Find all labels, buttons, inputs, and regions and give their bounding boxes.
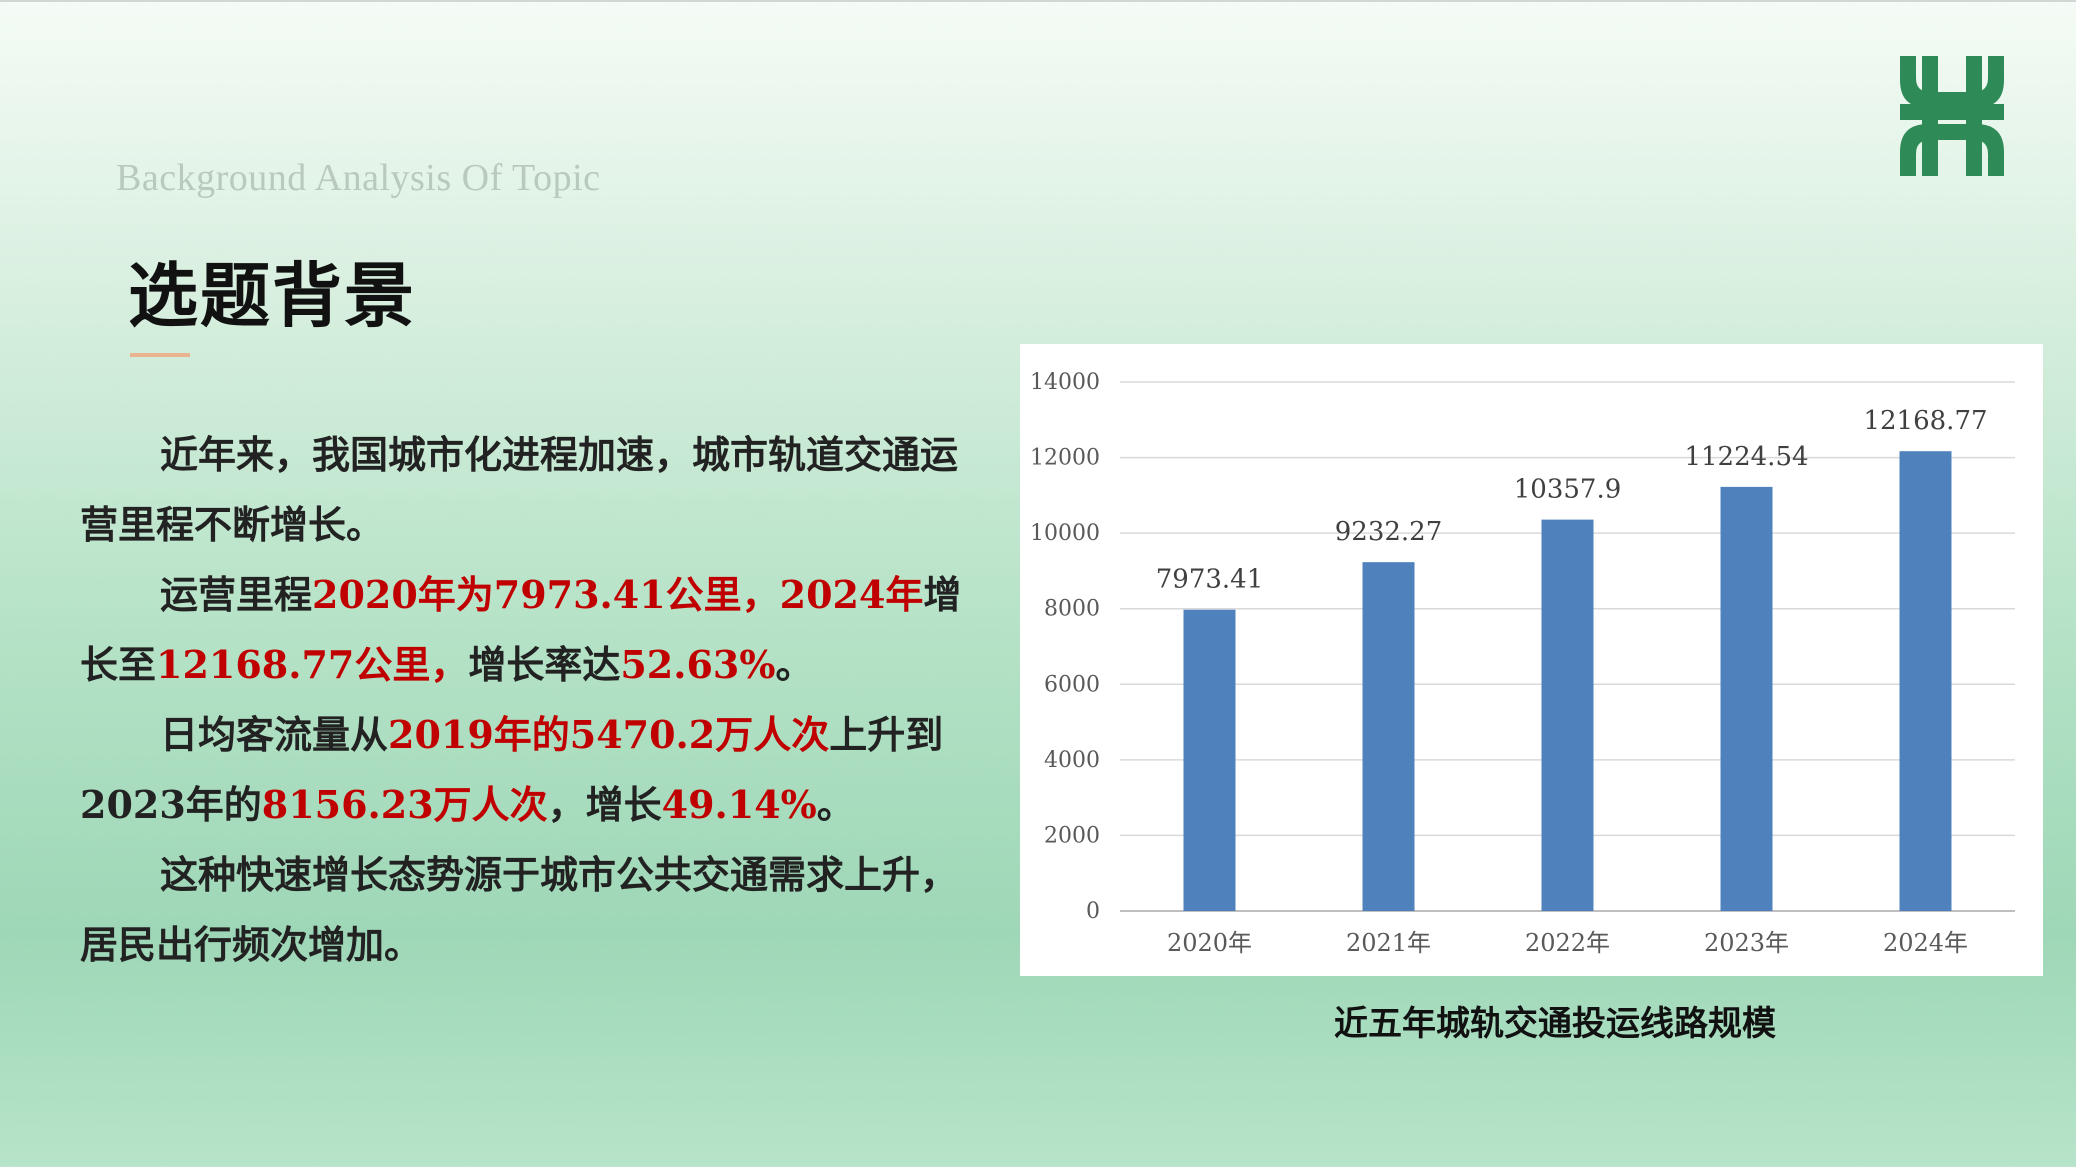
text-segment: 增长率达 <box>468 642 621 687</box>
y-tick-label: 4000 <box>1044 748 1100 773</box>
highlight-ridership-growth: 49.14% <box>661 782 817 827</box>
y-tick-label: 10000 <box>1030 521 1100 546</box>
data-label: 10357.9 <box>1514 475 1622 505</box>
metro-logo-icon <box>1900 56 2004 176</box>
y-tick-label: 14000 <box>1030 370 1100 395</box>
text-segment: 运营里程 <box>160 572 313 617</box>
x-tick-label: 2021年 <box>1346 929 1431 957</box>
text-segment: 。 <box>816 782 855 827</box>
paragraph-mileage: 运营里程2020年为7973.41公里，2024年增长至12168.77公里，增… <box>80 560 980 700</box>
bar <box>1899 451 1952 911</box>
page-title: 选题背景 <box>128 254 416 337</box>
highlight-ridership-2023: 8156.23万人次 <box>261 782 548 827</box>
paragraph-urbanization: 近年来，我国城市化进程加速，城市轨道交通运营里程不断增长。 <box>80 432 959 547</box>
x-tick-label: 2020年 <box>1167 929 1252 957</box>
paragraph-ridership: 日均客流量从2019年的5470.2万人次上升到2023年的8156.23万人次… <box>80 700 980 840</box>
y-tick-label: 12000 <box>1030 446 1100 471</box>
data-label: 9232.27 <box>1335 517 1443 547</box>
x-tick-label: 2023年 <box>1704 929 1789 957</box>
text-segment: 。 <box>775 642 814 687</box>
bar <box>1720 486 1773 911</box>
y-tick-label: 6000 <box>1044 672 1100 697</box>
highlight-mileage-growth: 52.63% <box>620 642 776 687</box>
x-tick-label: 2022年 <box>1525 929 1610 957</box>
data-label: 12168.77 <box>1863 406 1987 436</box>
highlight-mileage-2020: 2020年为7973.41公里，2024年 <box>312 572 924 617</box>
text-segment: 日均客流量从 <box>160 712 389 757</box>
paragraph-demand: 这种快速增长态势源于城市公共交通需求上升，居民出行频次增加。 <box>80 852 959 967</box>
chart-card: 0 2000 4000 6000 8000 10000 12000 14000 7973.41 2… <box>1020 344 2043 976</box>
bar-chart: 0 2000 4000 6000 8000 10000 12000 14000 7973.41 2… <box>1030 370 2015 957</box>
y-tick-label: 8000 <box>1044 597 1100 622</box>
highlight-ridership-2019: 2019年的5470.2万人次 <box>388 712 830 757</box>
top-border <box>0 0 2076 2</box>
bar <box>1362 562 1415 911</box>
bar <box>1541 519 1594 911</box>
chart-caption: 近五年城轨交通投运线路规模 <box>1334 1004 1776 1044</box>
y-tick-label: 0 <box>1086 899 1100 924</box>
x-tick-label: 2024年 <box>1883 929 1968 957</box>
page-subtitle: Background Analysis Of Topic <box>116 157 601 199</box>
title-underline <box>130 353 190 357</box>
data-label: 7973.41 <box>1156 565 1264 595</box>
bar <box>1183 609 1236 911</box>
y-tick-label: 2000 <box>1044 823 1100 848</box>
text-segment: ，增长 <box>547 782 662 827</box>
data-label: 11224.54 <box>1684 442 1808 472</box>
body-text: 近年来，我国城市化进程加速，城市轨道交通运营里程不断增长。 运营里程2020年为… <box>80 420 980 980</box>
highlight-mileage-2024: 12168.77公里， <box>156 642 469 687</box>
